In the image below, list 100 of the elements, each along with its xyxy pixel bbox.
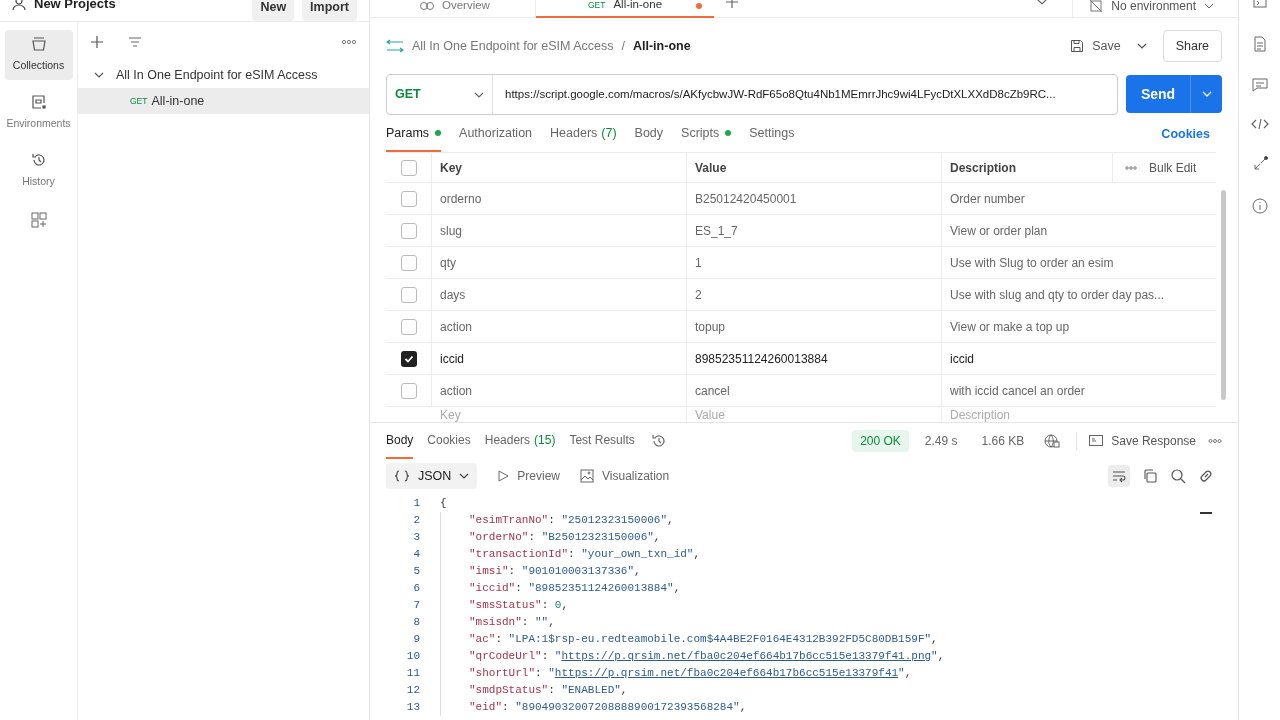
code-text: " [931, 649, 938, 665]
more-icon[interactable] [341, 39, 357, 45]
request-tab[interactable]: Params [386, 116, 442, 152]
url-link[interactable]: https://p.qrsim.net/fba0c204ef664b17b6cc515e13379f41 [554, 665, 899, 682]
response-tab[interactable]: Headers (15) [484, 422, 556, 459]
visualization-tab[interactable]: Visualization [580, 467, 670, 485]
environment-selector[interactable]: No environment [1072, 0, 1238, 18]
checkbox[interactable] [400, 222, 417, 239]
collection-item[interactable]: All In One Endpoint for eSIM Access [78, 62, 369, 88]
scrollbar[interactable] [1220, 190, 1226, 400]
environments-icon [30, 94, 47, 111]
response-tab[interactable]: Test Results [569, 422, 635, 459]
share-button[interactable]: Share [1162, 30, 1222, 62]
request-tab[interactable]: Authorization [459, 116, 533, 152]
code-text: "25012323150006" [561, 513, 668, 529]
table-cell-text: cancel [695, 382, 730, 400]
scrollbar[interactable] [1200, 512, 1212, 514]
code-icon[interactable] [1251, 0, 1268, 10]
code-icon[interactable] [1250, 118, 1269, 130]
save-button[interactable]: Save [1062, 31, 1129, 61]
code-text: "ENABLED" [561, 683, 621, 699]
save-response-button[interactable]: Save Response [1076, 431, 1196, 450]
request-tab[interactable]: Settings [749, 116, 795, 152]
sidebar-tab[interactable]: Collections [4, 30, 73, 80]
request-tab[interactable]: Body [634, 116, 664, 152]
table-cell-text: orderno [440, 190, 482, 208]
bulk-edit-link[interactable]: Bulk Edit [1149, 158, 1197, 177]
code-text: : [521, 615, 530, 631]
code-text: : [502, 700, 510, 716]
request-name: All-in-one [633, 37, 691, 55]
checkbox[interactable] [400, 286, 417, 303]
more-icon[interactable] [1208, 437, 1222, 444]
overview-icon [420, 1, 434, 11]
code-text: , [739, 700, 747, 716]
response-tab[interactable]: Cookies [427, 422, 471, 459]
request-tab[interactable]: Overview [370, 0, 536, 18]
new-button[interactable]: New [252, 0, 295, 21]
checkbox[interactable] [400, 350, 417, 367]
chevron-icon [459, 473, 470, 479]
history-icon [30, 152, 47, 169]
table-cell-text: 1 [695, 254, 702, 272]
expand-icon[interactable] [1251, 156, 1268, 172]
request-tab[interactable]: Headers (7) [550, 116, 617, 152]
copy-icon[interactable] [1142, 468, 1158, 484]
url-link[interactable]: https://p.qrsim.net/fba0c204ef664b17b6cc515e13379f41.png [561, 648, 932, 665]
code-text: "eid" [469, 700, 502, 716]
chevron-icon [94, 72, 104, 78]
add-workbench-icon[interactable] [30, 212, 47, 228]
document-icon[interactable] [1252, 36, 1267, 52]
wrap-icon[interactable] [1108, 465, 1130, 487]
line-number: 13 [405, 700, 421, 716]
request-item[interactable]: GET All-in-one [78, 88, 369, 114]
table-cell-text: action [440, 318, 473, 336]
search-icon[interactable] [1170, 468, 1186, 484]
breadcrumb-separator: / [621, 37, 625, 55]
sidebar-tab[interactable]: Environments [4, 88, 73, 138]
checkbox[interactable] [400, 159, 417, 176]
checkbox[interactable] [400, 190, 417, 207]
table-cell-text: ES_1_7 [695, 222, 738, 240]
code-text: "shortUrl" [469, 666, 535, 682]
save-response-icon [1089, 435, 1104, 446]
table-cell-text: Order number [950, 190, 1025, 208]
info-icon[interactable] [1251, 198, 1268, 214]
code-text: "orderNo" [469, 530, 529, 546]
status-badge: 200 OK [852, 429, 909, 452]
line-number: 4 [412, 547, 421, 563]
request-tab[interactable]: GET All-in-one [536, 0, 714, 18]
table-cell-text: with iccid cancel an order [950, 382, 1085, 400]
format-dropdown[interactable]: JSON [386, 463, 478, 489]
checkbox[interactable] [400, 254, 417, 271]
line-number: 10 [405, 649, 421, 665]
sidebar-tab[interactable]: History [4, 146, 73, 196]
code-text: 0 [554, 598, 562, 614]
table-cell-text: Use with Slug to order an esim [950, 254, 1114, 272]
preview-tab[interactable]: Preview [497, 467, 561, 485]
request-tab[interactable]: Scripts [681, 116, 732, 152]
response-tab[interactable]: Body [386, 422, 414, 459]
code-text: "" [535, 615, 549, 631]
code-text: , [634, 564, 641, 580]
import-button[interactable]: Import [302, 0, 357, 21]
chevron-icon[interactable] [1136, 43, 1147, 49]
breadcrumb-link[interactable]: All In One Endpoint for eSIM Access [412, 36, 614, 56]
comment-icon[interactable] [1251, 78, 1268, 92]
more-icon[interactable] [1125, 165, 1137, 170]
globe-lock-icon [1044, 433, 1061, 448]
history-icon[interactable] [650, 432, 667, 449]
code-text: : [528, 530, 537, 546]
code-text: "imsi" [469, 564, 509, 580]
link-icon[interactable] [1198, 468, 1214, 484]
table-cell-text: B25012420450001 [695, 190, 797, 208]
line-number: 1 [412, 496, 421, 512]
http-icon [386, 39, 404, 53]
table-cell: Key [440, 408, 461, 422]
checkbox[interactable] [400, 318, 417, 335]
code-text: "transactionId" [469, 547, 569, 563]
cookies-link[interactable]: Cookies [1161, 124, 1210, 144]
chevron-icon[interactable] [1036, 0, 1049, 6]
add-icon[interactable] [90, 35, 104, 49]
line-number: 9 [412, 632, 421, 648]
checkbox[interactable] [400, 382, 417, 399]
